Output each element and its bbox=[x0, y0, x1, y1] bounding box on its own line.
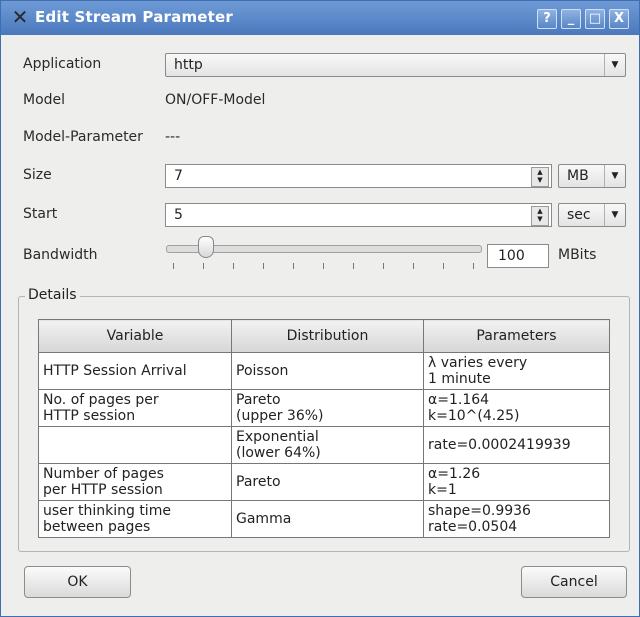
table-row: user thinking time between pages Gamma shap… bbox=[38, 500, 610, 538]
cell-distribution: Gamma bbox=[231, 500, 424, 538]
size-unit-value: MB bbox=[567, 168, 589, 184]
size-value: 7 bbox=[174, 168, 183, 184]
spin-arrows-icon[interactable]: ▲ ▼ bbox=[531, 167, 549, 187]
slider-tick bbox=[473, 263, 474, 269]
cell-distribution: Poisson bbox=[231, 352, 424, 390]
title-bar[interactable]: ✕ Edit Stream Parameter ? _ □ X bbox=[1, 1, 639, 35]
table-row: Exponential (lower 64%) rate=0.0002419939 bbox=[38, 426, 610, 464]
cell-line: per HTTP session bbox=[43, 482, 163, 498]
cell-variable: user thinking time between pages bbox=[38, 500, 232, 538]
cell-parameters: α=1.164 k=10^(4.25) bbox=[423, 389, 610, 427]
slider-tick bbox=[383, 263, 384, 269]
cell-line: shape=0.9936 bbox=[428, 503, 531, 519]
size-unit-select[interactable]: MB ▼ bbox=[558, 164, 626, 188]
column-header-variable: Variable bbox=[38, 319, 232, 353]
start-spinbox[interactable]: 5 ▲ ▼ bbox=[165, 203, 552, 227]
application-value: http bbox=[174, 57, 203, 73]
model-value: ON/OFF-Model bbox=[165, 92, 266, 108]
table-row: HTTP Session Arrival Poisson λ varies ever… bbox=[38, 352, 610, 390]
cell-line: rate=0.0002419939 bbox=[428, 437, 571, 453]
table-row: Number of pages per HTTP session Pareto α=1… bbox=[38, 463, 610, 501]
slider-tick bbox=[443, 263, 444, 269]
cell-line: Poisson bbox=[236, 363, 289, 379]
slider-tick bbox=[323, 263, 324, 269]
app-icon: ✕ bbox=[11, 5, 29, 29]
cell-variable: No. of pages per HTTP session bbox=[38, 389, 232, 427]
cancel-button[interactable]: Cancel bbox=[521, 566, 627, 598]
cell-line: (lower 64%) bbox=[236, 445, 321, 461]
column-header-distribution: Distribution bbox=[231, 319, 424, 353]
chevron-down-icon[interactable]: ▼ bbox=[604, 165, 625, 187]
bandwidth-input[interactable]: 100 bbox=[487, 244, 549, 268]
cell-variable bbox=[38, 426, 232, 464]
cell-line: Gamma bbox=[236, 511, 292, 527]
close-button[interactable]: X bbox=[609, 9, 629, 29]
cell-line: between pages bbox=[43, 519, 151, 535]
cell-distribution: Pareto bbox=[231, 463, 424, 501]
cell-line: α=1.26 bbox=[428, 466, 481, 482]
size-spinbox[interactable]: 7 ▲ ▼ bbox=[165, 164, 552, 188]
bandwidth-unit: MBits bbox=[558, 247, 597, 263]
start-unit-value: sec bbox=[567, 207, 591, 223]
details-table: Variable Distribution Parameters HTTP Se… bbox=[38, 319, 610, 538]
minimize-button[interactable]: _ bbox=[561, 9, 581, 29]
cell-line: 1 minute bbox=[428, 371, 491, 387]
start-unit-select[interactable]: sec ▼ bbox=[558, 203, 626, 227]
chevron-down-icon[interactable]: ▼ bbox=[604, 54, 625, 76]
slider-tick bbox=[203, 263, 204, 269]
ok-button[interactable]: OK bbox=[24, 566, 131, 598]
cell-line: (upper 36%) bbox=[236, 408, 324, 424]
cell-line: No. of pages per bbox=[43, 392, 159, 408]
cell-line: λ varies every bbox=[428, 355, 528, 371]
cell-line: HTTP Session Arrival bbox=[43, 363, 187, 379]
slider-tick bbox=[263, 263, 264, 269]
cell-line: α=1.164 bbox=[428, 392, 490, 408]
spin-arrows-icon[interactable]: ▲ ▼ bbox=[531, 206, 549, 226]
maximize-button[interactable]: □ bbox=[585, 9, 605, 29]
column-header-parameters: Parameters bbox=[423, 319, 610, 353]
cell-line: k=1 bbox=[428, 482, 457, 498]
slider-ticks bbox=[173, 263, 474, 271]
cell-line: Exponential bbox=[236, 429, 319, 445]
model-label: Model bbox=[23, 92, 66, 108]
bandwidth-value: 100 bbox=[498, 248, 525, 264]
details-table-container: Variable Distribution Parameters HTTP Se… bbox=[38, 319, 610, 543]
cell-parameters: λ varies every 1 minute bbox=[423, 352, 610, 390]
details-title: Details bbox=[25, 287, 80, 303]
slider-tick bbox=[353, 263, 354, 269]
cell-distribution: Exponential (lower 64%) bbox=[231, 426, 424, 464]
bandwidth-slider-handle[interactable] bbox=[198, 236, 214, 258]
model-parameter-value: --- bbox=[165, 129, 181, 145]
cell-parameters: α=1.26 k=1 bbox=[423, 463, 610, 501]
table-row: No. of pages per HTTP session Pareto (upper… bbox=[38, 389, 610, 427]
bandwidth-label: Bandwidth bbox=[23, 247, 98, 263]
cell-variable: HTTP Session Arrival bbox=[38, 352, 232, 390]
start-value: 5 bbox=[174, 207, 183, 223]
size-label: Size bbox=[23, 167, 52, 183]
cell-line: k=10^(4.25) bbox=[428, 408, 520, 424]
table-header-row: Variable Distribution Parameters bbox=[38, 319, 610, 353]
application-select[interactable]: http ▼ bbox=[165, 53, 626, 77]
start-label: Start bbox=[23, 206, 58, 222]
cell-variable: Number of pages per HTTP session bbox=[38, 463, 232, 501]
cell-parameters: shape=0.9936 rate=0.0504 bbox=[423, 500, 610, 538]
dialog-window: ✕ Edit Stream Parameter ? _ □ X Applicat… bbox=[0, 0, 640, 617]
slider-tick bbox=[293, 263, 294, 269]
cell-distribution: Pareto (upper 36%) bbox=[231, 389, 424, 427]
cell-line: Pareto bbox=[236, 392, 281, 408]
cell-line: Number of pages bbox=[43, 466, 164, 482]
slider-tick bbox=[413, 263, 414, 269]
slider-tick bbox=[173, 263, 174, 269]
application-label: Application bbox=[23, 56, 102, 72]
cell-line: HTTP session bbox=[43, 408, 136, 424]
help-button[interactable]: ? bbox=[537, 9, 557, 29]
cell-line: rate=0.0504 bbox=[428, 519, 518, 535]
cell-line: Pareto bbox=[236, 474, 281, 490]
slider-tick bbox=[233, 263, 234, 269]
chevron-down-icon[interactable]: ▼ bbox=[604, 204, 625, 226]
cell-line: user thinking time bbox=[43, 503, 171, 519]
model-parameter-label: Model-Parameter bbox=[23, 129, 143, 145]
window-title: Edit Stream Parameter bbox=[35, 8, 234, 26]
cell-parameters: rate=0.0002419939 bbox=[423, 426, 610, 464]
